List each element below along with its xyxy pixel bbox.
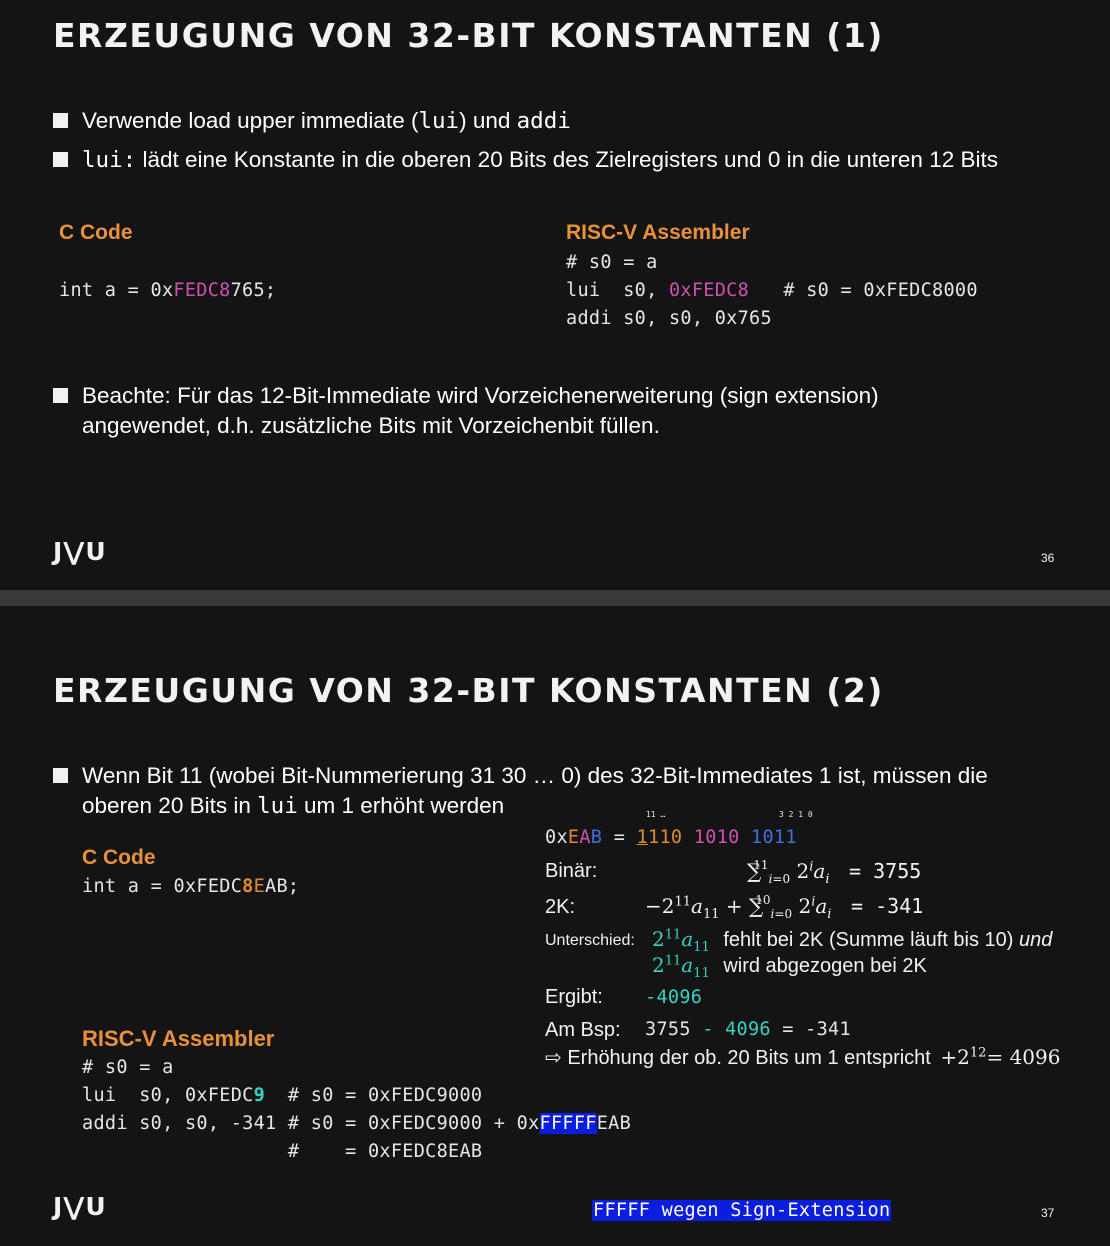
slide-36: ERZEUGUNG VON 32-BIT KONSTANTEN (1) Verw…: [0, 0, 1110, 590]
asm-line: lui s0, 0xFEDC9 # s0 = 0xFEDC9000: [82, 1085, 483, 1106]
bit-index-label: 11 …: [646, 810, 666, 819]
bit-index-label: 3 2 1 0: [779, 810, 813, 819]
jku-logo: J⋁U: [53, 537, 107, 566]
ergibt-value: -4096: [645, 987, 703, 1008]
bsp-label: Am Bsp:: [545, 1019, 621, 1041]
bullet-text: Wenn Bit 11 (wobei Bit-Nummerierung 31 3…: [82, 763, 988, 819]
ergibt-label: Ergibt:: [545, 986, 603, 1008]
unterschied-text: 211a11 fehlt bei 2K (Summe läuft bis 10)…: [652, 927, 1053, 955]
zk-formula: −211a11 + ∑10i=0 2iai = -341: [645, 893, 924, 922]
zk-label: 2K:: [545, 896, 576, 918]
erhoehung-text: ⇨ Erhöhung der ob. 20 Bits um 1 entspric…: [545, 1045, 1061, 1069]
asm-heading: RISC-V Assembler: [82, 1026, 275, 1051]
unterschied-label: Unterschied:: [545, 932, 635, 949]
slide-37: ERZEUGUNG VON 32-BIT KONSTANTEN (2) Wenn…: [0, 606, 1110, 1246]
page-number: 36: [1041, 551, 1055, 565]
bullet-square-icon: [53, 768, 68, 783]
bullet-square-icon: [53, 388, 68, 403]
binaer-formula: ∑11i=0 2iai = 3755: [747, 858, 922, 887]
c-code-heading: C Code: [59, 221, 133, 244]
c-code-heading: C Code: [82, 846, 156, 869]
bullet-text: lui: lädt eine Konstante in die oberen 2…: [82, 147, 998, 173]
highlighted-fffff: FFFFF: [539, 1113, 597, 1134]
sign-extension-note: FFFFF wegen Sign-Extension: [592, 1200, 892, 1221]
asm-line: addi s0, s0, -341 # s0 = 0xFEDC9000 + 0x…: [82, 1113, 632, 1134]
slide-title: ERZEUGUNG VON 32-BIT KONSTANTEN (2): [53, 671, 884, 710]
bullet-square-icon: [53, 152, 68, 167]
asm-line: # = 0xFEDC8EAB: [82, 1141, 483, 1162]
bullet-text: Verwende load upper immediate (lui) und …: [82, 108, 571, 134]
asm-line: # s0 = a: [82, 1057, 174, 1078]
asm-line: addi s0, s0, 0x765: [566, 308, 772, 329]
bsp-calc: 3755 - 4096 = -341: [645, 1019, 851, 1040]
binaer-label: Binär:: [545, 860, 598, 882]
jku-logo: J⋁U: [53, 1192, 107, 1221]
c-code-line: int a = 0xFEDC8EAB;: [82, 876, 300, 897]
asm-line: lui s0, 0xFEDC8 # s0 = 0xFEDC8000: [566, 280, 978, 301]
bullet-text: Beachte: Für das 12-Bit-Immediate wird V…: [82, 383, 879, 438]
asm-heading: RISC-V Assembler: [566, 221, 750, 244]
c-code-line: int a = 0xFEDC8765;: [59, 280, 277, 301]
unterschied-text: 211a11 wird abgezogen bei 2K: [652, 953, 927, 981]
asm-line: # s0 = a: [566, 252, 658, 273]
slide-title: ERZEUGUNG VON 32-BIT KONSTANTEN (1): [53, 16, 884, 55]
page-number: 37: [1041, 1206, 1055, 1220]
hex-binary-line: 0xEAB = 1110 1010 1011: [545, 827, 797, 848]
bullet-square-icon: [53, 113, 68, 128]
